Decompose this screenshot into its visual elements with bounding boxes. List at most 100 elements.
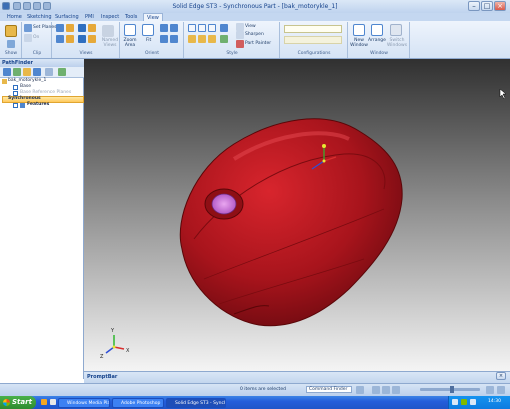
spin-icon[interactable] [170, 35, 178, 43]
view-overrides-icon[interactable] [220, 35, 228, 43]
checkbox-base[interactable] [13, 85, 18, 90]
tray-icon-3[interactable] [470, 399, 476, 405]
tab-surfacing[interactable]: Surfacing [52, 13, 82, 21]
quick-launch-icon-1[interactable] [41, 399, 47, 405]
window-title: Solid Edge ST3 - Synchronous Part - [bak… [172, 3, 338, 10]
part-model[interactable]: Y Z X [84, 59, 510, 371]
sharpen-icon[interactable] [236, 31, 244, 39]
close-button[interactable]: × [494, 1, 506, 11]
named-views-icon[interactable] [102, 25, 114, 37]
pathfinder-home-icon[interactable] [3, 68, 11, 76]
group-label-clip: Clip [32, 51, 42, 56]
view-triad[interactable]: Y Z X [100, 328, 130, 360]
status-view-icon-3[interactable] [392, 386, 400, 394]
filler-hole-face[interactable] [211, 193, 237, 215]
mouse-cursor-icon [499, 88, 507, 100]
clip-on-icon[interactable] [24, 34, 32, 42]
part-painter-icon[interactable] [236, 40, 244, 48]
new-window-icon[interactable] [353, 24, 365, 36]
task-adobe-photoshop[interactable]: Adobe Photoshop [112, 398, 164, 408]
show-all-icon[interactable] [5, 25, 17, 37]
start-label: Start [12, 398, 32, 406]
view-right-icon[interactable] [56, 35, 64, 43]
tree-item-features[interactable]: Features [27, 102, 49, 108]
pan-icon[interactable] [170, 24, 178, 32]
zoom-icon[interactable] [160, 24, 168, 32]
fit-label[interactable]: Fit [146, 38, 151, 44]
new-window-label[interactable]: New Window [349, 38, 369, 48]
quick-launch-icon-2[interactable] [50, 399, 56, 405]
zoom-area-icon[interactable] [124, 24, 136, 36]
view-label[interactable]: View [245, 24, 256, 30]
windows-logo-icon [3, 399, 10, 406]
checkbox-features[interactable] [13, 103, 18, 108]
tab-inspect[interactable]: Inspect [98, 13, 122, 21]
maximize-button[interactable]: □ [481, 1, 493, 11]
visible-edges-icon[interactable] [198, 24, 206, 32]
wireframe-icon[interactable] [188, 24, 196, 32]
fit-view-icon[interactable] [497, 386, 505, 394]
rotate-icon[interactable] [160, 35, 168, 43]
switch-windows-label[interactable]: Switch Windows [386, 38, 408, 48]
fit-icon[interactable] [142, 24, 154, 36]
set-planes-label[interactable]: Set Planes [33, 25, 57, 31]
svg-text:Y: Y [110, 328, 115, 334]
pathfinder-grid-icon[interactable] [58, 68, 66, 76]
tab-tools[interactable]: Tools [122, 13, 140, 21]
part-icon [2, 79, 7, 84]
command-finder-input[interactable]: Command Finder [306, 386, 352, 393]
task-windows-media-player[interactable]: Windows Media Player [58, 398, 110, 408]
hidden-edges-icon[interactable] [208, 24, 216, 32]
switch-windows-icon[interactable] [390, 24, 402, 36]
pathfinder-features-icon[interactable] [23, 68, 31, 76]
tab-view[interactable]: View [143, 13, 163, 21]
clip-on-label[interactable]: On [33, 35, 39, 41]
status-view-icon-2[interactable] [382, 386, 390, 394]
arrange-icon[interactable] [371, 24, 383, 36]
arrange-label[interactable]: Arrange [368, 38, 386, 44]
tab-pmi[interactable]: PMI [82, 13, 97, 21]
view-dimetric-icon[interactable] [78, 24, 86, 32]
tray-icon-2[interactable] [461, 399, 467, 405]
hide-icon[interactable] [7, 40, 15, 48]
shaded-edges-icon[interactable] [198, 35, 206, 43]
zoom-slider-thumb[interactable] [450, 386, 454, 393]
shaded-icon[interactable] [188, 35, 196, 43]
view-iso-icon[interactable] [66, 35, 74, 43]
pathfinder-layers-icon[interactable] [13, 68, 21, 76]
named-views-label[interactable]: Named Views [101, 38, 119, 48]
floor-reflection-icon[interactable] [208, 35, 216, 43]
promptbar: PromptBar [84, 371, 510, 383]
tray-icon-1[interactable] [452, 399, 458, 405]
part-painter-label[interactable]: Part Painter [245, 41, 271, 47]
pathfinder-filter-icon[interactable] [45, 68, 53, 76]
tab-sketching[interactable]: Sketching [24, 13, 55, 21]
view-style-icon[interactable] [220, 24, 228, 32]
tab-home[interactable]: Home [4, 13, 25, 21]
minimize-button[interactable]: – [468, 1, 480, 11]
clock: 14:30 [488, 399, 501, 404]
command-finder-search-icon[interactable] [356, 386, 364, 394]
configuration-options[interactable] [284, 36, 342, 44]
pathfinder-sensors-icon[interactable] [33, 68, 41, 76]
view-menu-icon[interactable] [236, 23, 244, 31]
view-bottom-icon[interactable] [78, 35, 86, 43]
view-front-icon[interactable] [66, 24, 74, 32]
group-label-configurations: Configurations [297, 51, 331, 56]
sharpen-label[interactable]: Sharpen [245, 32, 264, 38]
view-trimetric-icon[interactable] [88, 24, 96, 32]
zoom-in-icon[interactable] [486, 386, 494, 394]
view-back-icon[interactable] [88, 35, 96, 43]
set-planes-icon[interactable] [24, 24, 32, 32]
group-label-show: Show [4, 51, 18, 56]
configuration-dropdown[interactable] [284, 25, 342, 33]
promptbar-close-button[interactable]: × [496, 372, 506, 380]
svg-text:X: X [126, 348, 130, 354]
selection-status: 0 items are selected [240, 387, 286, 392]
group-label-style: Style [226, 51, 238, 56]
status-view-icon-1[interactable] [372, 386, 380, 394]
view-top-icon[interactable] [56, 24, 64, 32]
svg-text:Z: Z [100, 354, 104, 360]
zoom-area-label[interactable]: Zoom Area [122, 38, 138, 48]
task-solid-edge[interactable]: Solid Edge ST3 - Synchr... [166, 398, 226, 408]
